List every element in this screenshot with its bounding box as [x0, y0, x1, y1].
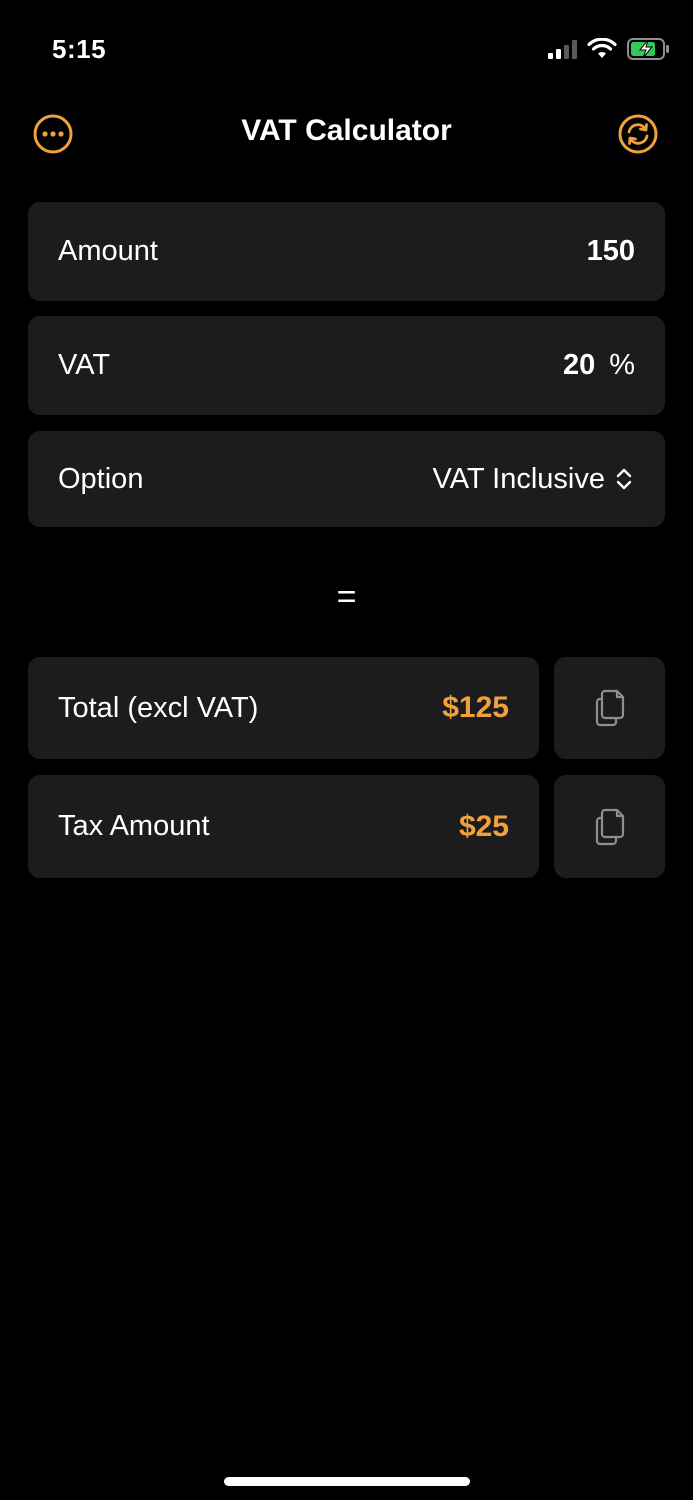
- vat-rate-input[interactable]: 20: [563, 349, 595, 382]
- battery-charging-icon: [627, 38, 669, 60]
- option-row: Option VAT Inclusive: [28, 431, 665, 527]
- refresh-icon: [618, 114, 658, 154]
- status-icons: [548, 38, 671, 60]
- reset-button[interactable]: [617, 113, 659, 155]
- vat-row[interactable]: VAT 20 %: [28, 316, 665, 415]
- option-selected-value: VAT Inclusive: [432, 462, 605, 495]
- tax-amount-label: Tax Amount: [58, 810, 210, 842]
- tax-amount-value: $25: [458, 809, 509, 843]
- amount-input[interactable]: 150: [587, 235, 635, 268]
- status-time: 5:15: [52, 34, 107, 64]
- tax-amount-row: Tax Amount $25: [28, 775, 539, 878]
- copy-icon: [595, 689, 624, 727]
- option-label: Option: [58, 462, 144, 495]
- copy-icon: [595, 808, 624, 845]
- total-excl-vat-value: $125: [442, 691, 509, 724]
- cellular-signal-icon: [548, 39, 577, 59]
- chevron-up-down-icon: [616, 468, 632, 490]
- home-indicator[interactable]: [224, 1477, 470, 1486]
- page-title: VAT Calculator: [241, 114, 452, 147]
- amount-row[interactable]: Amount 150: [28, 202, 665, 301]
- copy-tax-button[interactable]: [554, 775, 665, 878]
- total-excl-vat-row: Total (excl VAT) $125: [28, 657, 539, 759]
- wifi-icon: [587, 38, 617, 58]
- copy-total-button[interactable]: [554, 657, 665, 759]
- option-picker[interactable]: VAT Inclusive: [433, 463, 635, 496]
- vat-percent-unit: %: [609, 349, 635, 381]
- equals-sign: =: [336, 578, 357, 616]
- vat-value-group: 20 %: [563, 349, 635, 382]
- amount-label: Amount: [58, 235, 158, 267]
- total-excl-vat-label: Total (excl VAT): [58, 691, 259, 724]
- vat-label: VAT: [58, 349, 111, 381]
